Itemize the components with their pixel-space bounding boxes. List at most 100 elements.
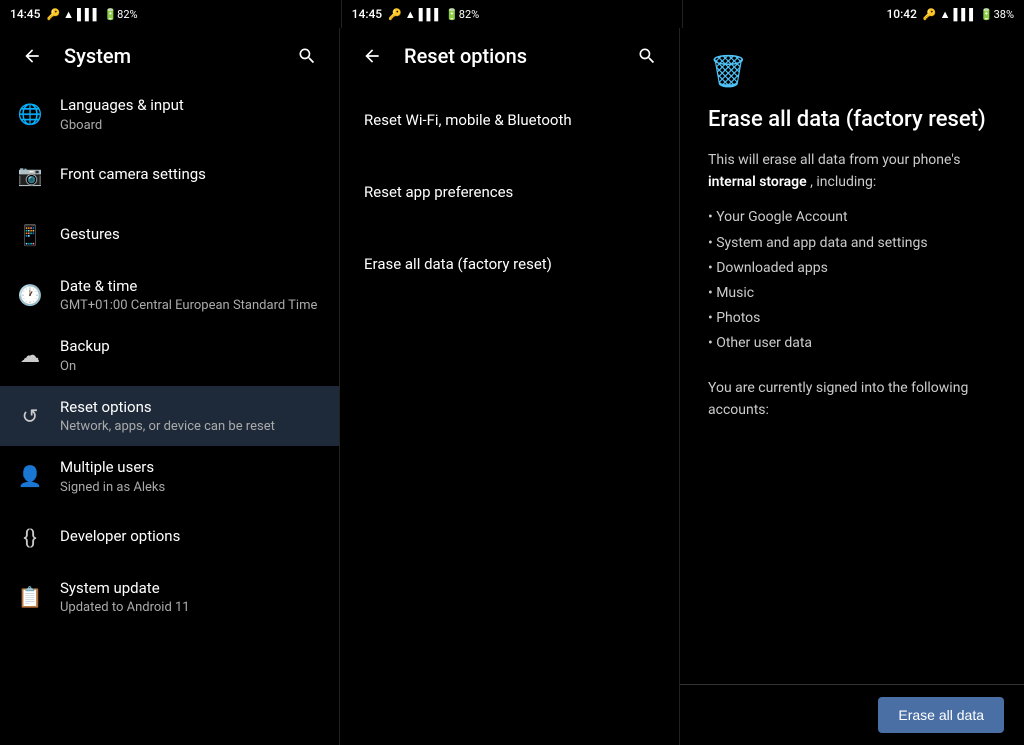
settings-item-title-1: Front camera settings (60, 165, 323, 185)
key-icon-2: 🔑 (388, 8, 402, 21)
time-2: 14:45 (352, 7, 382, 21)
signal-icon-3: ▌▌▌ (954, 8, 977, 21)
system-back-button[interactable] (16, 40, 48, 72)
settings-item-text-4: Backup On (60, 337, 323, 374)
settings-item-text-2: Gestures (60, 225, 323, 245)
settings-item-0[interactable]: 🌐 Languages & input Gboard (0, 84, 339, 145)
settings-item-text-1: Front camera settings (60, 165, 323, 185)
erase-list-item-5: • Other user data (708, 331, 996, 356)
settings-item-icon-1: 📷 (16, 161, 44, 189)
settings-item-text-5: Reset optionsNetwork, apps, or device ca… (60, 398, 323, 435)
erase-list-item-2: • Downloaded apps (708, 256, 996, 281)
erase-list-item-0: • Your Google Account (708, 205, 996, 230)
signal-icon-2: ▌▌▌ (419, 8, 442, 21)
panel-system: System 🌐 Languages & input Gboard 📷 Front ca… (0, 28, 340, 745)
settings-item-title-7: Developer options (60, 527, 323, 547)
erase-all-data-button[interactable]: Erase all data (878, 697, 1004, 733)
reset-item-2[interactable]: Erase all data (factory reset) (340, 228, 679, 300)
settings-item-icon-0: 🌐 (16, 100, 44, 128)
settings-item-subtitle-8: Updated to Android 11 (60, 600, 323, 615)
settings-list: 🌐 Languages & input Gboard 📷 Front camera se… (0, 84, 339, 745)
wifi-icon-1: ▲ (63, 8, 74, 21)
detail-footer: Erase all data (680, 684, 1024, 745)
settings-item-subtitle-5: Network, apps, or device can be reset (60, 419, 323, 434)
settings-item-icon-4: ☁ (16, 341, 44, 369)
reset-item-title-0: Reset Wi-Fi, mobile & Bluetooth (364, 111, 572, 129)
settings-item-title-5: Reset options (60, 398, 323, 418)
signed-in-text: You are currently signed into the follow… (708, 377, 996, 422)
settings-item-icon-5: ↺ (16, 402, 44, 430)
settings-item-1[interactable]: 📷 Front camera settings (0, 145, 339, 205)
settings-item-2[interactable]: 📱 Gestures (0, 205, 339, 265)
reset-search-button[interactable] (631, 40, 663, 72)
settings-item-subtitle-3: GMT+01:00 Central European Standard Time (60, 298, 323, 313)
settings-item-4[interactable]: ☁ Backup On (0, 325, 339, 386)
reset-back-button[interactable] (356, 40, 388, 72)
erase-list-item-1: • System and app data and settings (708, 231, 996, 256)
key-icon-1: 🔑 (46, 8, 60, 21)
status-bar-2: 14:45 🔑 ▲ ▌▌▌ 🔋82% (341, 0, 683, 28)
status-icons-3: 🔑 ▲ ▌▌▌ 🔋38% (923, 8, 1014, 21)
status-bars: 14:45 🔑 ▲ ▌▌▌ 🔋82% 14:45 🔑 ▲ ▌▌▌ 🔋82% 10… (0, 0, 1024, 28)
battery-icon-3: 🔋38% (980, 8, 1014, 21)
panel-detail: 🗑 Erase all data (factory reset) This wi… (680, 28, 1024, 745)
trash-icon: 🗑 (708, 52, 996, 90)
settings-item-text-7: Developer options (60, 527, 323, 547)
panel-reset: Reset options Reset Wi-Fi, mobile & Blue… (340, 28, 680, 745)
erase-description: This will erase all data from your phone… (708, 149, 996, 194)
status-icons-2: 🔑 ▲ ▌▌▌ 🔋82% (388, 8, 479, 21)
battery-icon-2: 🔋82% (445, 8, 479, 21)
settings-item-title-6: Multiple users (60, 458, 323, 478)
erase-title: Erase all data (factory reset) (708, 106, 996, 135)
settings-item-8[interactable]: 📋 System updateUpdated to Android 11 (0, 567, 339, 628)
settings-item-title-0: Languages & input (60, 96, 323, 116)
settings-item-subtitle-4: On (60, 359, 323, 374)
wifi-icon-2: ▲ (405, 8, 416, 21)
time-1: 14:45 (10, 7, 40, 21)
settings-item-subtitle-0: Gboard (60, 118, 323, 133)
reset-item-0[interactable]: Reset Wi-Fi, mobile & Bluetooth (340, 84, 679, 156)
settings-item-icon-7: {} (16, 523, 44, 551)
settings-item-text-6: Multiple users Signed in as Aleks (60, 458, 323, 495)
settings-item-icon-6: 👤 (16, 462, 44, 490)
main-content: System 🌐 Languages & input Gboard 📷 Front ca… (0, 28, 1024, 745)
reset-item-title-2: Erase all data (factory reset) (364, 255, 552, 273)
desc-text-2: , including: (810, 174, 876, 190)
settings-item-title-4: Backup (60, 337, 323, 357)
erase-list: • Your Google Account• System and app da… (708, 205, 996, 356)
settings-item-text-0: Languages & input Gboard (60, 96, 323, 133)
settings-item-title-8: System update (60, 579, 323, 599)
settings-item-5[interactable]: ↺ Reset optionsNetwork, apps, or device c… (0, 386, 339, 447)
erase-list-item-3: • Music (708, 281, 996, 306)
reset-item-1[interactable]: Reset app preferences (340, 156, 679, 228)
settings-item-text-8: System updateUpdated to Android 11 (60, 579, 323, 616)
status-bar-3: 10:42 🔑 ▲ ▌▌▌ 🔋38% (682, 0, 1024, 28)
time-3: 10:42 (886, 7, 916, 21)
status-icons-1: 🔑 ▲ ▌▌▌ 🔋82% (46, 8, 137, 21)
battery-icon-1: 🔋82% (103, 8, 137, 21)
system-search-button[interactable] (291, 40, 323, 72)
detail-content: 🗑 Erase all data (factory reset) This wi… (680, 28, 1024, 684)
settings-item-7[interactable]: {} Developer options (0, 507, 339, 567)
system-header: System (0, 28, 339, 84)
key-icon-3: 🔑 (923, 8, 937, 21)
settings-item-subtitle-6: Signed in as Aleks (60, 480, 323, 495)
settings-item-icon-8: 📋 (16, 583, 44, 611)
desc-bold: internal storage (708, 174, 807, 190)
wifi-icon-3: ▲ (940, 8, 951, 21)
settings-item-text-3: Date & timeGMT+01:00 Central European St… (60, 277, 323, 314)
settings-item-icon-3: 🕐 (16, 281, 44, 309)
settings-item-icon-2: 📱 (16, 221, 44, 249)
settings-item-3[interactable]: 🕐 Date & timeGMT+01:00 Central European S… (0, 265, 339, 326)
reset-title: Reset options (404, 44, 615, 68)
reset-item-title-1: Reset app preferences (364, 183, 513, 201)
system-title: System (64, 44, 275, 68)
signal-icon-1: ▌▌▌ (77, 8, 100, 21)
status-bar-1: 14:45 🔑 ▲ ▌▌▌ 🔋82% (0, 0, 341, 28)
settings-item-6[interactable]: 👤 Multiple users Signed in as Aleks (0, 446, 339, 507)
desc-text-1: This will erase all data from your phone… (708, 152, 960, 168)
settings-item-title-2: Gestures (60, 225, 323, 245)
reset-header: Reset options (340, 28, 679, 84)
settings-item-title-3: Date & time (60, 277, 323, 297)
reset-list: Reset Wi-Fi, mobile & Bluetooth Reset app… (340, 84, 679, 745)
